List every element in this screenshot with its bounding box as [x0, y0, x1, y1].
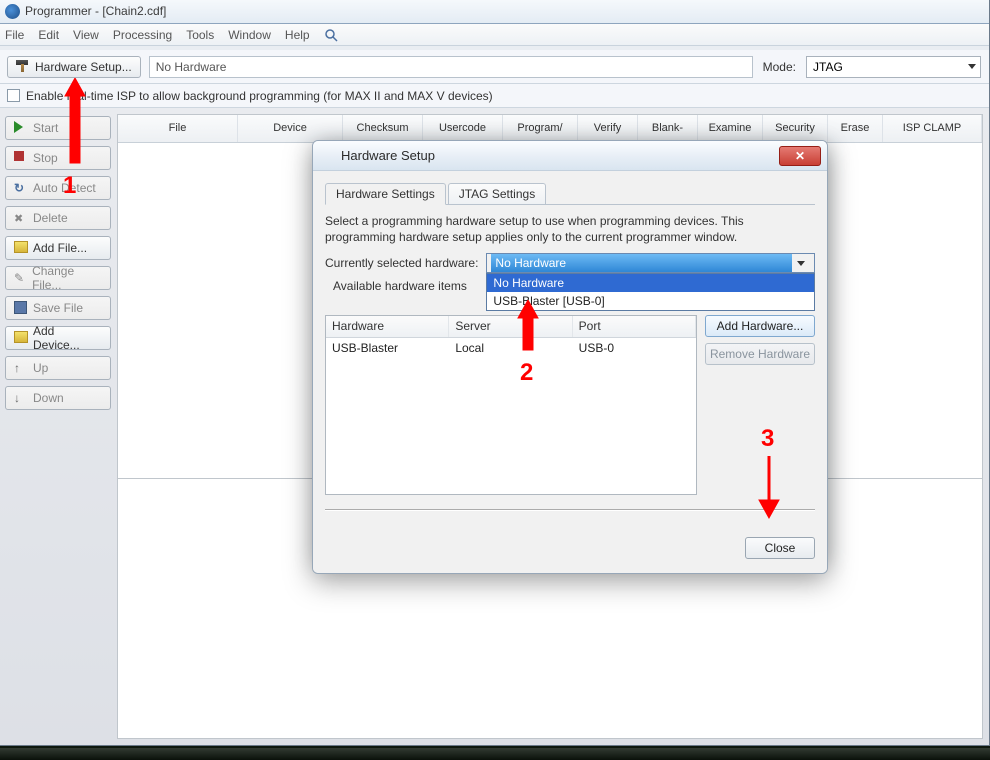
start-button[interactable]: Start	[5, 116, 111, 140]
col-hardware[interactable]: Hardware	[326, 316, 449, 337]
menu-view[interactable]: View	[73, 28, 99, 42]
hardware-toolbar: Hardware Setup... No Hardware Mode: JTAG	[0, 50, 989, 84]
tab-jtag-settings[interactable]: JTAG Settings	[448, 183, 546, 204]
arrow-up-icon	[14, 361, 28, 375]
remove-hardware-button[interactable]: Remove Hardware	[705, 343, 815, 365]
sidebar: Start Stop Auto Detect Delete Add File..…	[0, 108, 117, 745]
add-device-button[interactable]: Add Device...	[5, 326, 111, 350]
edit-icon	[14, 271, 27, 285]
menu-window[interactable]: Window	[228, 28, 271, 42]
delete-icon	[14, 211, 28, 225]
titlebar: Programmer - [Chain2.cdf]	[0, 0, 989, 24]
col-program[interactable]: Program/	[503, 115, 578, 142]
auto-detect-icon	[14, 181, 28, 195]
available-hardware-list[interactable]: Hardware Server Port USB-Blaster Local U…	[325, 315, 697, 495]
dialog-close-ok-button[interactable]: Close	[745, 537, 815, 559]
hammer-icon	[16, 60, 30, 74]
add-hardware-button[interactable]: Add Hardware...	[705, 315, 815, 337]
search-icon[interactable]	[324, 28, 338, 42]
up-button[interactable]: Up	[5, 356, 111, 380]
cell-port: USB-0	[573, 338, 696, 358]
down-button[interactable]: Down	[5, 386, 111, 410]
col-examine[interactable]: Examine	[698, 115, 763, 142]
hardware-row[interactable]: USB-Blaster Local USB-0	[326, 338, 696, 358]
hardware-table-header: Hardware Server Port	[326, 316, 696, 338]
menu-file[interactable]: File	[5, 28, 24, 42]
taskbar[interactable]	[0, 748, 990, 760]
dialog-tabs: Hardware Settings JTAG Settings	[325, 181, 815, 205]
grid-header: File Device Checksum Usercode Program/ V…	[118, 115, 982, 143]
add-file-button[interactable]: Add File...	[5, 236, 111, 260]
col-server[interactable]: Server	[449, 316, 572, 337]
menu-tools[interactable]: Tools	[186, 28, 214, 42]
hardware-setup-label: Hardware Setup...	[35, 60, 132, 74]
menu-processing[interactable]: Processing	[113, 28, 172, 42]
col-isp-clamp[interactable]: ISP CLAMP	[883, 115, 982, 142]
auto-detect-button[interactable]: Auto Detect	[5, 176, 111, 200]
col-erase[interactable]: Erase	[828, 115, 883, 142]
dropdown-option-usb-blaster[interactable]: USB-Blaster [USB-0]	[487, 292, 814, 310]
folder-icon	[14, 331, 28, 345]
stop-button[interactable]: Stop	[5, 146, 111, 170]
mode-value: JTAG	[813, 60, 843, 74]
selected-hardware-value: No Hardware	[495, 256, 566, 270]
dialog-icon	[319, 148, 335, 164]
col-checksum[interactable]: Checksum	[343, 115, 423, 142]
change-file-button[interactable]: Change File...	[5, 266, 111, 290]
col-blank[interactable]: Blank-	[638, 115, 698, 142]
dialog-titlebar[interactable]: Hardware Setup ✕	[313, 141, 827, 171]
stop-icon	[14, 151, 28, 165]
hardware-display: No Hardware	[149, 56, 753, 78]
tab-hardware-settings[interactable]: Hardware Settings	[325, 183, 446, 205]
dialog-description: Select a programming hardware setup to u…	[325, 213, 815, 245]
col-security[interactable]: Security	[763, 115, 828, 142]
mode-label: Mode:	[761, 60, 798, 74]
realtime-isp-row: Enable real-time ISP to allow background…	[0, 84, 989, 108]
play-icon	[14, 121, 28, 135]
hardware-dropdown: No Hardware USB-Blaster [USB-0]	[486, 273, 815, 311]
realtime-isp-checkbox[interactable]	[7, 89, 20, 102]
col-file[interactable]: File	[118, 115, 238, 142]
close-icon: ✕	[795, 149, 805, 163]
hardware-setup-dialog: Hardware Setup ✕ Hardware Settings JTAG …	[312, 140, 828, 574]
realtime-isp-label: Enable real-time ISP to allow background…	[26, 89, 493, 103]
col-usercode[interactable]: Usercode	[423, 115, 503, 142]
app-icon	[5, 4, 20, 19]
cell-hardware: USB-Blaster	[326, 338, 449, 358]
hardware-setup-button[interactable]: Hardware Setup...	[7, 56, 141, 78]
chevron-down-icon	[968, 64, 976, 69]
chevron-down-icon	[797, 261, 805, 266]
dialog-close-button[interactable]: ✕	[779, 146, 821, 166]
col-verify[interactable]: Verify	[578, 115, 638, 142]
save-icon	[14, 301, 28, 315]
col-port[interactable]: Port	[573, 316, 696, 337]
save-file-button[interactable]: Save File	[5, 296, 111, 320]
col-device[interactable]: Device	[238, 115, 343, 142]
delete-button[interactable]: Delete	[5, 206, 111, 230]
menu-edit[interactable]: Edit	[38, 28, 59, 42]
dropdown-option-no-hardware[interactable]: No Hardware	[487, 274, 814, 292]
selected-hardware-label: Currently selected hardware:	[325, 256, 478, 270]
dialog-title: Hardware Setup	[341, 148, 435, 163]
menubar: File Edit View Processing Tools Window H…	[0, 24, 989, 46]
menu-help[interactable]: Help	[285, 28, 310, 42]
selected-hardware-combo[interactable]: No Hardware No Hardware USB-Blaster [USB…	[486, 253, 815, 273]
folder-icon	[14, 241, 28, 255]
window-title: Programmer - [Chain2.cdf]	[25, 4, 166, 18]
mode-select[interactable]: JTAG	[806, 56, 981, 78]
cell-server: Local	[449, 338, 572, 358]
arrow-down-icon	[14, 391, 28, 405]
